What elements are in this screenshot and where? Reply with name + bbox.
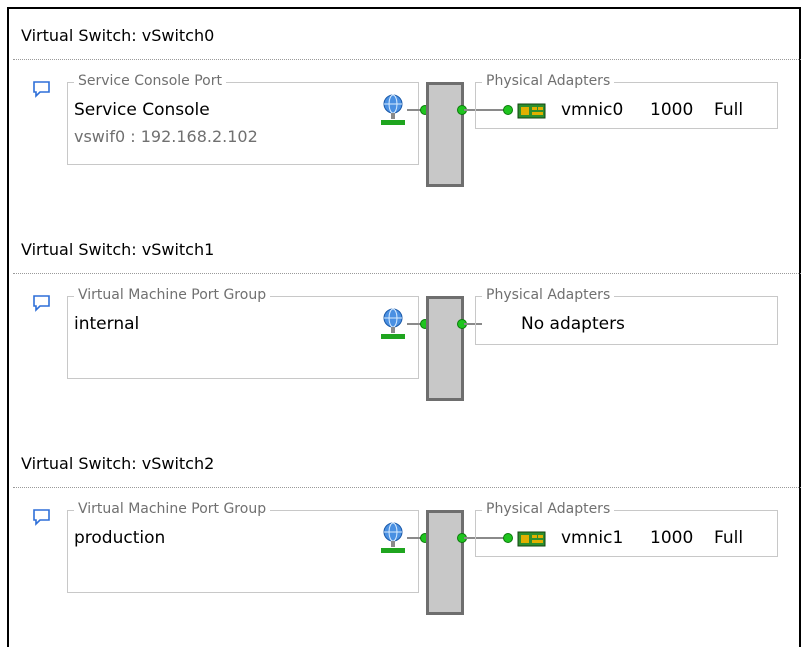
vswitch-1: Virtual Switch: vSwitch1 Virtual Machine… (9, 223, 803, 423)
port-group-address: vswif0 : 192.168.2.102 (74, 127, 258, 146)
adapter-speed: 1000 (650, 528, 694, 548)
speech-bubble-icon[interactable] (32, 295, 52, 313)
physical-adapters-label: Physical Adapters (482, 501, 615, 517)
adapter-duplex: Full (714, 100, 744, 120)
separator (13, 487, 801, 488)
port-group-name: Service Console (74, 100, 210, 120)
networking-panel: Virtual Switch: vSwitch0 Service Console… (7, 7, 801, 647)
physical-adapters-label: Physical Adapters (482, 73, 615, 89)
adapter-name: vmnic0 (561, 100, 624, 120)
port-group-type: Virtual Machine Port Group (74, 287, 271, 303)
adapter-duplex: Full (714, 528, 744, 548)
port-group-box[interactable]: Virtual Machine Port Group internal (67, 287, 419, 379)
speech-bubble-icon[interactable] (32, 81, 52, 99)
network-card-icon (517, 103, 546, 119)
vswitch-block[interactable] (426, 296, 464, 401)
port-group-name: production (74, 528, 166, 548)
port-group-type: Virtual Machine Port Group (74, 501, 271, 517)
vswitch-title: Virtual Switch: vSwitch0 (21, 26, 215, 45)
port-group-name: internal (74, 314, 140, 334)
vswitch-title: Virtual Switch: vSwitch1 (21, 240, 215, 259)
vswitch-0: Virtual Switch: vSwitch0 Service Console… (9, 9, 803, 209)
port-group-type: Service Console Port (74, 73, 226, 89)
physical-adapters-label: Physical Adapters (482, 287, 615, 303)
adapter-speed: 1000 (650, 100, 694, 120)
speech-bubble-icon[interactable] (32, 509, 52, 527)
port-group-box[interactable]: Service Console Port Service Console vsw… (67, 73, 419, 165)
globe-network-icon (381, 522, 405, 553)
network-card-icon (517, 531, 546, 547)
vswitch-block[interactable] (426, 510, 464, 615)
globe-network-icon (381, 308, 405, 339)
vswitch-2: Virtual Switch: vSwitch2 Virtual Machine… (9, 437, 803, 637)
port-group-box[interactable]: Virtual Machine Port Group production (67, 501, 419, 593)
vswitch-title: Virtual Switch: vSwitch2 (21, 454, 215, 473)
no-adapters-text: No adapters (521, 314, 625, 334)
adapter-name: vmnic1 (561, 528, 624, 548)
globe-network-icon (381, 94, 405, 125)
separator (13, 273, 801, 274)
vswitch-block[interactable] (426, 82, 464, 187)
separator (13, 59, 801, 60)
